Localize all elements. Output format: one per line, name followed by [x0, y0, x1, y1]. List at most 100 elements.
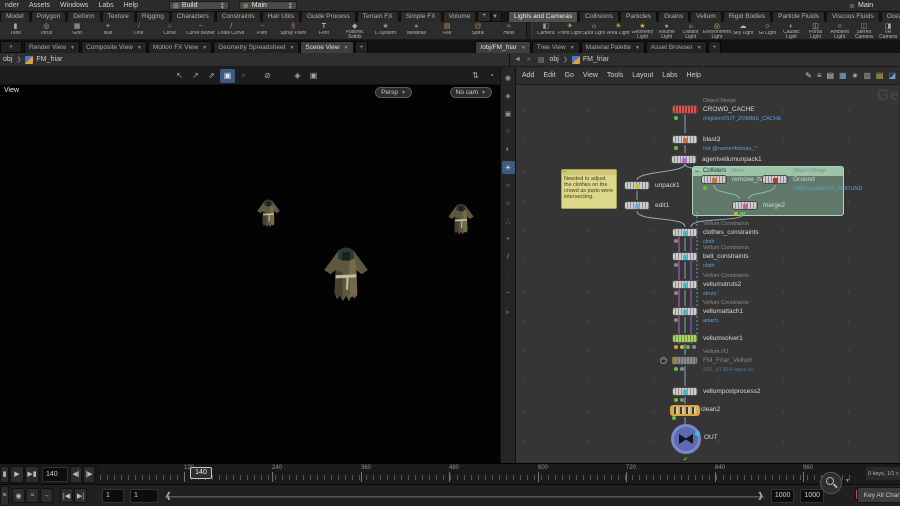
- snapshot-view-icon[interactable]: ▩: [863, 71, 871, 80]
- shelf-tab-particles[interactable]: Particles: [620, 11, 657, 22]
- shelf-tab-polygon[interactable]: Polygon: [30, 11, 67, 22]
- node-crowd-cache[interactable]: Object Merge CROWD_CACHE/obj/sim/OUT_ZOMB…: [672, 98, 782, 122]
- color-palette-icon[interactable]: ▦: [839, 71, 847, 80]
- tool-vr-camera[interactable]: ◨ VR Camera: [876, 22, 900, 39]
- network-menu-labs[interactable]: Labs: [662, 72, 677, 79]
- tool-spray-paint[interactable]: § Spray Paint: [278, 22, 309, 39]
- display-flag-icon[interactable]: ✔: [683, 456, 688, 463]
- chevron-down-icon[interactable]: ▼: [521, 45, 526, 51]
- tool-distant-light[interactable]: ☼ Distant Light: [679, 22, 703, 39]
- tool-line[interactable]: / Line: [123, 22, 154, 39]
- tool-caustic-light[interactable]: ◐ Caustic Light: [779, 22, 803, 39]
- network-menu-help[interactable]: Help: [686, 72, 700, 79]
- next-frame-button[interactable]: ▶|: [74, 488, 87, 503]
- node-body[interactable]: [671, 424, 701, 454]
- tool-sky-light[interactable]: ☁ Sky Light: [731, 22, 755, 39]
- audio-toggle-button[interactable]: ≈: [26, 488, 39, 503]
- shelf-tab-guide-process[interactable]: Guide Process: [300, 11, 356, 22]
- play-reverse-button[interactable]: ▮: [0, 465, 9, 483]
- tool-stereo-camera[interactable]: ◫ Stereo Camera: [852, 22, 876, 39]
- tool-geometry-light[interactable]: ★ Geometry Light: [630, 22, 654, 39]
- tool-ambient-light[interactable]: ○ Ambient Light: [828, 22, 852, 39]
- playbar-options-button[interactable]: [820, 472, 842, 494]
- sticky-note[interactable]: – Needed to adjust the clothes on the cr…: [561, 169, 617, 209]
- list-view-icon[interactable]: ▤: [826, 71, 834, 80]
- node-clean2[interactable]: clean2: [670, 405, 720, 420]
- shelf-tab-[interactable]: +: [477, 11, 492, 22]
- menu-labs[interactable]: Labs: [93, 2, 118, 9]
- minimize-icon[interactable]: –: [695, 168, 699, 175]
- shelf-tab-constraints[interactable]: Constraints: [215, 11, 261, 22]
- tab-asset-browser[interactable]: Asset Browser ▼: [645, 41, 707, 53]
- pane-spinner-icon[interactable]: ▲ ▼: [288, 1, 293, 10]
- tool-environment-light[interactable]: ◎ Environment Light: [703, 22, 731, 39]
- playback-end-field[interactable]: 1000: [770, 488, 795, 503]
- dots-icon[interactable]: ∗: [852, 71, 859, 80]
- chevron-down-icon[interactable]: ▼: [137, 45, 142, 51]
- tab-[interactable]: +: [707, 41, 722, 53]
- current-frame-marker[interactable]: 140: [190, 466, 212, 479]
- node-body[interactable]: [671, 155, 697, 164]
- current-frame-field[interactable]: 140: [42, 466, 68, 482]
- network-box-icon[interactable]: ◪: [888, 71, 896, 80]
- desktop-spinner-icon[interactable]: ▲ ▼: [220, 1, 225, 10]
- chevron-down-icon[interactable]: ▼: [845, 478, 850, 484]
- shelf-tab-viscous-fluids[interactable]: Viscous Fluids: [825, 11, 880, 22]
- shelf-tab-overflow[interactable]: ▼: [491, 11, 502, 22]
- node-vellumstruts2[interactable]: Vellum Constraints vellumstruts2 struts: [672, 273, 749, 297]
- node-remove-hair[interactable]: blast remove_hair: [701, 168, 768, 190]
- add-marker-icon[interactable]: +: [502, 233, 515, 246]
- lighting-high-icon[interactable]: ☼: [502, 179, 515, 192]
- shelf-tab-particle-fluids[interactable]: Particle Fluids: [772, 11, 825, 22]
- node-unpack1[interactable]: unpack1: [624, 181, 680, 190]
- network-menu-go[interactable]: Go: [565, 72, 574, 79]
- tab-material-palette[interactable]: Material Palette ▼: [580, 41, 645, 53]
- tool-font[interactable]: T Font: [308, 22, 339, 39]
- pane-selector[interactable]: ⊕ Main ▲ ▼: [238, 1, 297, 10]
- node-blast3[interactable]: blast3 not @name=fatman_*: [672, 135, 757, 152]
- node-body[interactable]: [672, 105, 698, 114]
- stroke-icon[interactable]: ~: [502, 287, 515, 300]
- menu-assets[interactable]: Assets: [24, 2, 55, 9]
- chevron-down-icon[interactable]: ▼: [202, 45, 207, 51]
- range-end-handle[interactable]: ❱: [757, 491, 764, 500]
- tool-gi-light[interactable]: ○ GI Light: [755, 22, 779, 39]
- play-button[interactable]: ▶: [10, 465, 24, 483]
- shelf-tab-rigid-bodies[interactable]: Rigid Bodies: [722, 11, 772, 22]
- prev-frame-button[interactable]: |◀: [60, 488, 73, 503]
- shade-mode-icon[interactable]: ◈: [502, 89, 515, 102]
- shelf-tab-characters[interactable]: Characters: [170, 11, 215, 22]
- select-components-icon[interactable]: ↗: [188, 69, 203, 83]
- tool-camera[interactable]: ◧ Camera: [534, 22, 558, 39]
- node-body[interactable]: [672, 280, 698, 289]
- node-fm-friar-vellum[interactable]: Vellum I/O FM_Friar_Vellum S01_v1.$F4.bgeo…: [660, 349, 753, 373]
- tool-spiral[interactable]: @ Spiral: [463, 22, 494, 39]
- minimize-icon[interactable]: –: [563, 169, 566, 175]
- node-clothes-constraints[interactable]: Vellum Constraints clothes_constraints clo…: [672, 221, 759, 245]
- node-vellumpostprocess2[interactable]: vellumpostprocess2: [672, 387, 760, 402]
- snap-options-icon[interactable]: ⇅: [468, 69, 483, 83]
- shadow-icon[interactable]: ◐: [502, 143, 515, 156]
- handles-icon[interactable]: ▫: [236, 69, 251, 83]
- shelf-tab-collisions[interactable]: Collisions: [579, 11, 619, 22]
- display-options-icon[interactable]: ◔: [484, 69, 499, 83]
- viewport-canvas[interactable]: View Persp ▼ No cam ▼: [0, 85, 500, 463]
- network-menu-layout[interactable]: Layout: [632, 72, 653, 79]
- node-agentvellumunpack1[interactable]: agentvellumunpack1: [671, 155, 762, 164]
- dot-display-icon[interactable]: ·: [502, 269, 515, 282]
- camera-selector[interactable]: No cam ▼: [449, 87, 492, 98]
- sticky-note-header[interactable]: [562, 170, 616, 175]
- node-body[interactable]: [624, 201, 650, 210]
- view-tool-icon[interactable]: ◈: [290, 69, 305, 83]
- tool-circle[interactable]: ○ Circle: [154, 22, 185, 39]
- chevron-down-icon[interactable]: ▼: [344, 45, 349, 51]
- go-to-end-button[interactable]: ▶▮: [25, 465, 39, 483]
- node-body[interactable]: [701, 175, 727, 184]
- network-menu-tools[interactable]: Tools: [607, 72, 623, 79]
- tab-scene-view[interactable]: Scene View ▼: [300, 41, 354, 53]
- node-body[interactable]: [732, 201, 758, 210]
- playback-start-field[interactable]: 1: [130, 488, 158, 503]
- menu-help[interactable]: Help: [119, 2, 143, 9]
- shelf-tab-lights-and-cameras[interactable]: Lights and Cameras: [508, 11, 579, 22]
- shelf-tab-deform[interactable]: Deform: [67, 11, 101, 22]
